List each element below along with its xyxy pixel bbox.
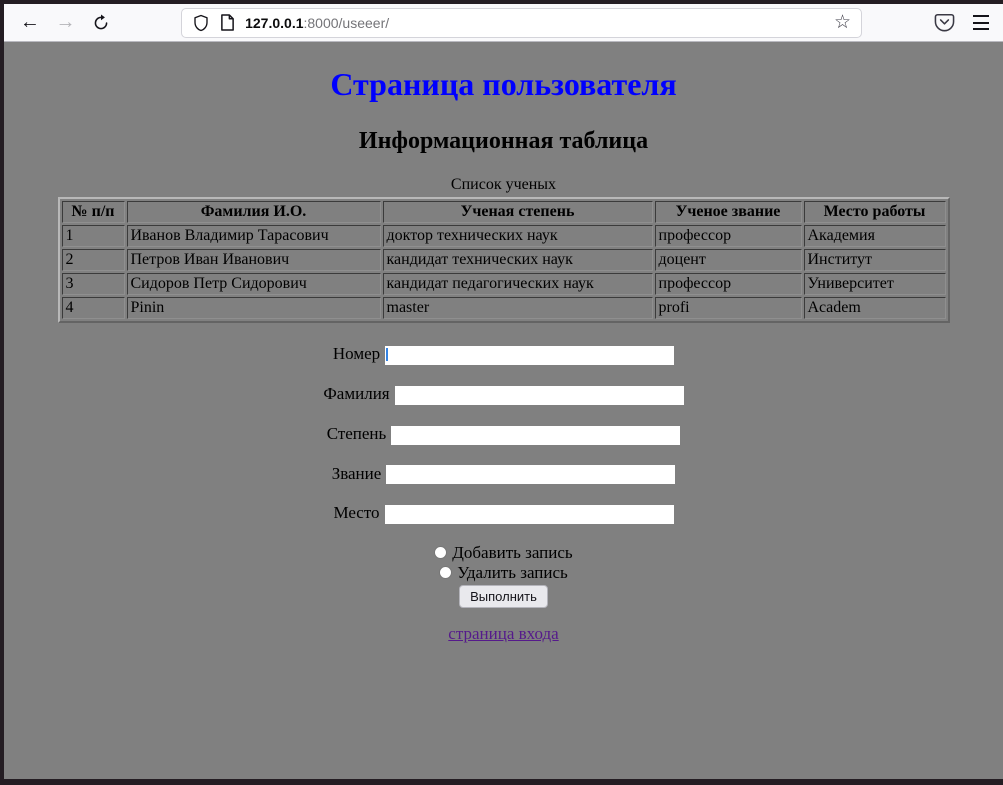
reload-icon — [92, 14, 110, 32]
login-page-link[interactable]: страница входа — [448, 624, 558, 643]
column-header-number: № п/п — [62, 201, 125, 223]
cell-number: 1 — [62, 225, 125, 247]
cell-surname: Сидоров Петр Сидорович — [127, 273, 381, 295]
radio-row-add: Добавить запись — [4, 543, 1003, 563]
table-caption: Список ученых — [4, 176, 1003, 194]
add-record-label: Добавить запись — [452, 543, 572, 563]
url-host: 127.0.0.1 — [245, 15, 303, 31]
table-row: 4 Pinin master profi Academ — [62, 297, 946, 319]
pocket-icon[interactable] — [934, 13, 955, 32]
form-row-rank: Звание — [4, 464, 1003, 485]
cell-rank: доцент — [655, 249, 802, 271]
page-subtitle: Информационная таблица — [4, 128, 1003, 155]
cell-surname: Иванов Владимир Тарасович — [127, 225, 381, 247]
cell-degree: кандидат технических наук — [383, 249, 653, 271]
rank-input[interactable] — [386, 465, 675, 484]
text-caret — [386, 348, 388, 361]
url-text[interactable]: 127.0.0.1:8000/useeer/ — [245, 15, 389, 31]
browser-toolbar: ← → 127.0.0.1:8000/useeer/ ☆ — [4, 4, 1003, 42]
degree-input[interactable] — [391, 426, 680, 445]
surname-label: Фамилия — [323, 384, 389, 403]
cell-workplace: Academ — [804, 297, 946, 319]
column-header-degree: Ученая степень — [383, 201, 653, 223]
back-button[interactable]: ← — [16, 9, 44, 37]
login-link-row: страница входа — [4, 624, 1003, 644]
form-row-number: Номер — [4, 344, 1003, 365]
radio-row-delete: Удалить запись — [4, 563, 1003, 583]
delete-record-label: Удалить запись — [457, 563, 568, 583]
menu-icon[interactable] — [973, 13, 989, 32]
cell-degree: master — [383, 297, 653, 319]
reload-button[interactable] — [87, 9, 115, 37]
column-header-workplace: Место работы — [804, 201, 946, 223]
delete-record-radio[interactable] — [439, 566, 452, 579]
toolbar-right — [934, 13, 1003, 32]
cell-workplace: Академия — [804, 225, 946, 247]
shield-icon[interactable] — [192, 14, 210, 32]
number-input[interactable] — [385, 346, 674, 365]
rank-label: Звание — [332, 464, 382, 483]
form-row-place: Место — [4, 503, 1003, 524]
url-bar[interactable]: 127.0.0.1:8000/useeer/ ☆ — [181, 8, 862, 38]
cell-degree: кандидат педагогических наук — [383, 273, 653, 295]
column-header-rank: Ученое звание — [655, 201, 802, 223]
cell-number: 3 — [62, 273, 125, 295]
table-row: 3 Сидоров Петр Сидорович кандидат педаго… — [62, 273, 946, 295]
add-record-radio[interactable] — [434, 546, 447, 559]
table-row: 1 Иванов Владимир Тарасович доктор техни… — [62, 225, 946, 247]
execute-button[interactable]: Выполнить — [459, 585, 548, 608]
cell-surname: Петров Иван Иванович — [127, 249, 381, 271]
number-label: Номер — [333, 344, 380, 363]
forward-button[interactable]: → — [52, 9, 80, 37]
record-form: Номер Фамилия Степень Звание Место Добав… — [4, 344, 1003, 608]
degree-label: Степень — [327, 424, 387, 443]
cell-number: 4 — [62, 297, 125, 319]
cell-rank: profi — [655, 297, 802, 319]
cell-workplace: Институт — [804, 249, 946, 271]
table-header-row: № п/п Фамилия И.О. Ученая степень Ученое… — [62, 201, 946, 223]
page-content: Страница пользователя Информационная таб… — [4, 42, 1003, 779]
cell-number: 2 — [62, 249, 125, 271]
cell-rank: профессор — [655, 273, 802, 295]
cell-surname: Pinin — [127, 297, 381, 319]
page-info-icon[interactable] — [220, 14, 235, 31]
cell-degree: доктор технических наук — [383, 225, 653, 247]
cell-rank: профессор — [655, 225, 802, 247]
surname-input[interactable] — [395, 386, 684, 405]
bookmark-star-icon[interactable]: ☆ — [834, 13, 851, 32]
browser-window: ← → 127.0.0.1:8000/useeer/ ☆ — [0, 0, 1003, 785]
form-row-surname: Фамилия — [4, 384, 1003, 405]
place-input[interactable] — [385, 505, 674, 524]
scientists-table: № п/п Фамилия И.О. Ученая степень Ученое… — [58, 197, 950, 323]
url-path: :8000/useeer/ — [304, 15, 390, 31]
place-label: Место — [333, 503, 379, 522]
cell-workplace: Университет — [804, 273, 946, 295]
table-row: 2 Петров Иван Иванович кандидат техничес… — [62, 249, 946, 271]
column-header-surname: Фамилия И.О. — [127, 201, 381, 223]
form-row-degree: Степень — [4, 424, 1003, 445]
page-title: Страница пользователя — [4, 66, 1003, 103]
